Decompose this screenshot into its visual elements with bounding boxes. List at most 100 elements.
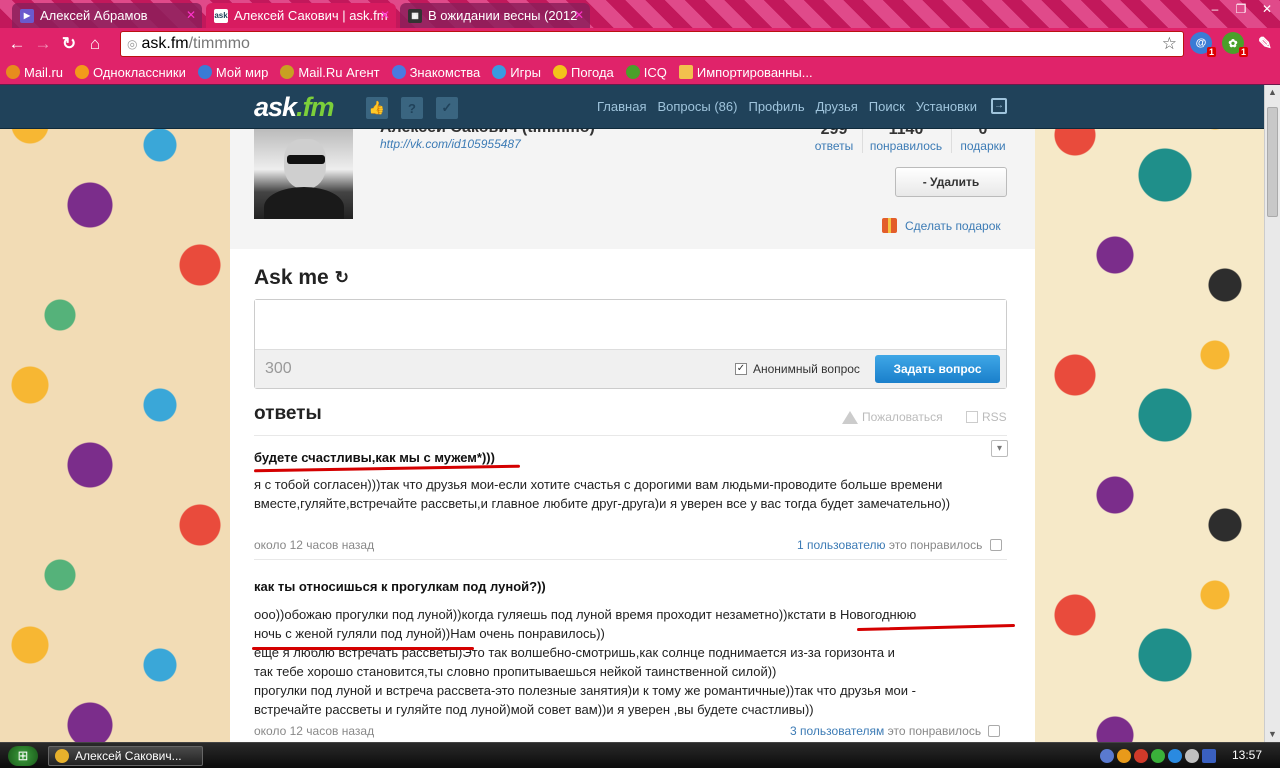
thumb-up-icon[interactable] bbox=[988, 725, 1001, 737]
start-button[interactable]: ⊞ bbox=[8, 746, 38, 766]
red-underline-annotation bbox=[253, 464, 521, 473]
nav-questions[interactable]: Вопросы (86) bbox=[657, 99, 737, 114]
bookmark-agent[interactable]: Mail.Ru Агент bbox=[280, 65, 380, 80]
bookmark-label: Импортированны... bbox=[696, 64, 813, 80]
bookmark-imported[interactable]: Импортированны... bbox=[678, 64, 813, 80]
profile-link[interactable]: http://vk.com/id105955487 bbox=[380, 137, 521, 151]
home-icon[interactable]: ⌂ bbox=[82, 31, 108, 57]
bookmark-star-icon[interactable]: ☆ bbox=[1162, 34, 1177, 54]
scroll-down-icon[interactable]: ▼ bbox=[1265, 727, 1280, 742]
bookmark-odnoklassniki[interactable]: Одноклассники bbox=[75, 65, 186, 80]
bookmark-icq[interactable]: ICQ bbox=[625, 64, 667, 80]
answer-line: еще я люблю встречать рассветы)Это так в… bbox=[254, 645, 895, 660]
delete-button[interactable]: - Удалить bbox=[895, 167, 1007, 197]
address-bar[interactable]: ◎ ask.fm/timmmo ☆ bbox=[120, 31, 1184, 57]
make-gift-link[interactable]: Сделать подарок bbox=[882, 218, 1001, 233]
film-favicon-icon: ▦ bbox=[408, 8, 422, 23]
tab-2[interactable]: ask Алексей Сакович | ask.fm ✕ bbox=[206, 3, 396, 28]
moymir-icon bbox=[197, 65, 212, 79]
bookmark-label: Игры bbox=[510, 64, 541, 80]
ask-form-footer: 300 ✓ Анонимный вопрос Задать вопрос bbox=[255, 349, 1006, 388]
close-tab-icon[interactable]: ✕ bbox=[380, 8, 390, 22]
bookmark-label: Знакомства bbox=[409, 64, 481, 80]
reload-icon[interactable]: ↻ bbox=[56, 31, 82, 57]
tray-app-icon[interactable] bbox=[1117, 749, 1131, 763]
rss-icon bbox=[966, 411, 978, 423]
scroll-up-icon[interactable]: ▲ bbox=[1265, 85, 1280, 100]
nav-settings[interactable]: Установки bbox=[916, 99, 977, 114]
extension-badge: 1 bbox=[1206, 47, 1216, 57]
answer-options-dropdown[interactable]: ▾ bbox=[991, 440, 1008, 457]
report-label: Пожаловаться bbox=[862, 410, 943, 424]
back-icon[interactable]: ← bbox=[4, 31, 30, 57]
clock: 13:57 bbox=[1232, 748, 1263, 762]
restore-icon[interactable]: ❐ bbox=[1228, 0, 1254, 18]
question-textarea[interactable] bbox=[255, 300, 1006, 349]
bookmark-weather[interactable]: Погода bbox=[552, 65, 614, 80]
likes-users-link[interactable]: 3 пользователям bbox=[790, 724, 884, 738]
answers-heading: ответы bbox=[254, 403, 322, 424]
icq-tray-icon[interactable] bbox=[1151, 749, 1165, 763]
shield-icon[interactable] bbox=[1134, 749, 1148, 763]
browser-toolbar: ← → ↻ ⌂ ◎ ask.fm/timmmo ☆ @1 ✿ 1 ✎ bbox=[0, 28, 1280, 60]
refresh-icon[interactable]: ↻ bbox=[335, 268, 349, 288]
ask-me-heading: Ask me ↻ bbox=[254, 266, 349, 290]
bookmark-label: ICQ bbox=[643, 64, 667, 80]
forward-icon[interactable]: → bbox=[30, 31, 56, 57]
nav-search[interactable]: Поиск bbox=[869, 99, 905, 114]
extension-icon[interactable]: ✿ 1 bbox=[1222, 32, 1248, 57]
close-tab-icon[interactable]: ✕ bbox=[574, 8, 584, 22]
bookmarks-bar: Mail.ru Одноклассники Мой мир Mail.Ru Аг… bbox=[0, 60, 1280, 84]
answer-line: прогулки под луной и встреча рассвета-эт… bbox=[254, 683, 916, 698]
logout-icon[interactable]: → bbox=[991, 98, 1007, 114]
url-path: /timmmo bbox=[188, 35, 250, 52]
close-window-icon[interactable]: ✕ bbox=[1254, 0, 1280, 18]
nav-home[interactable]: Главная bbox=[597, 99, 646, 114]
thumb-up-icon[interactable] bbox=[989, 539, 1002, 551]
tab-3[interactable]: ▦ В ожидании весны (2012 ✕ bbox=[400, 3, 590, 28]
main-column: Алексей Сакович (timmmo) http://vk.com/i… bbox=[230, 119, 1035, 742]
bookmark-label: Mail.ru bbox=[24, 64, 64, 80]
answer-time: около 12 часов назад bbox=[254, 538, 375, 552]
wrench-menu-icon[interactable]: ✎ bbox=[1252, 31, 1278, 57]
odnoklassniki-icon bbox=[75, 65, 90, 79]
nav-profile[interactable]: Профиль bbox=[748, 99, 804, 114]
bookmark-mailru[interactable]: Mail.ru bbox=[6, 65, 63, 80]
avatar-face bbox=[284, 139, 326, 189]
nav-friends[interactable]: Друзья bbox=[816, 99, 858, 114]
url-host: ask.fm bbox=[141, 35, 189, 52]
anonymous-label: Анонимный вопрос bbox=[753, 362, 860, 376]
checkbox-box[interactable]: ✓ bbox=[735, 363, 747, 375]
question-icon[interactable]: ? bbox=[401, 97, 423, 119]
anonymous-checkbox[interactable]: ✓ Анонимный вопрос bbox=[735, 362, 860, 376]
tab-title: Алексей Абрамов bbox=[40, 8, 148, 23]
bookmark-label: Мой мир bbox=[215, 64, 269, 80]
logo-suffix: .fm bbox=[296, 92, 334, 122]
bookmark-dating[interactable]: Знакомства bbox=[391, 64, 481, 80]
language-icon[interactable] bbox=[1202, 749, 1216, 763]
vertical-scrollbar[interactable]: ▲ ▼ bbox=[1264, 85, 1280, 742]
avatar[interactable] bbox=[254, 129, 353, 219]
bookmark-moymir[interactable]: Мой мир bbox=[197, 64, 269, 80]
site-logo[interactable]: ask.fm bbox=[254, 92, 335, 123]
divider bbox=[254, 435, 1007, 436]
skype-icon[interactable] bbox=[1168, 749, 1182, 763]
video-favicon-icon: ▶ bbox=[20, 8, 34, 23]
volume-icon[interactable] bbox=[1185, 749, 1199, 763]
extension-icon[interactable]: @1 bbox=[1190, 32, 1216, 57]
like-icon[interactable]: 👍 bbox=[366, 97, 388, 119]
network-icon[interactable] bbox=[1100, 749, 1114, 763]
feed-icon[interactable]: ✓ bbox=[436, 97, 458, 119]
report-link[interactable]: Пожаловаться bbox=[842, 410, 943, 424]
scroll-thumb[interactable] bbox=[1267, 107, 1278, 217]
likes-users-link[interactable]: 1 пользователю bbox=[797, 538, 886, 552]
taskbar-item-browser[interactable]: Алексей Сакович... bbox=[48, 746, 203, 766]
rss-link[interactable]: RSS bbox=[966, 410, 1007, 424]
tab-1[interactable]: ▶ Алексей Абрамов ✕ bbox=[12, 3, 202, 28]
close-tab-icon[interactable]: ✕ bbox=[186, 8, 196, 22]
bookmark-games[interactable]: Игры bbox=[492, 65, 541, 80]
ask-question-button[interactable]: Задать вопрос bbox=[875, 355, 1000, 383]
page-viewport: ask.fm 👍 ? ✓ Главная Вопросы (86) Профил… bbox=[0, 85, 1264, 742]
red-underline-annotation bbox=[252, 647, 474, 650]
minimize-icon[interactable]: – bbox=[1202, 0, 1228, 18]
